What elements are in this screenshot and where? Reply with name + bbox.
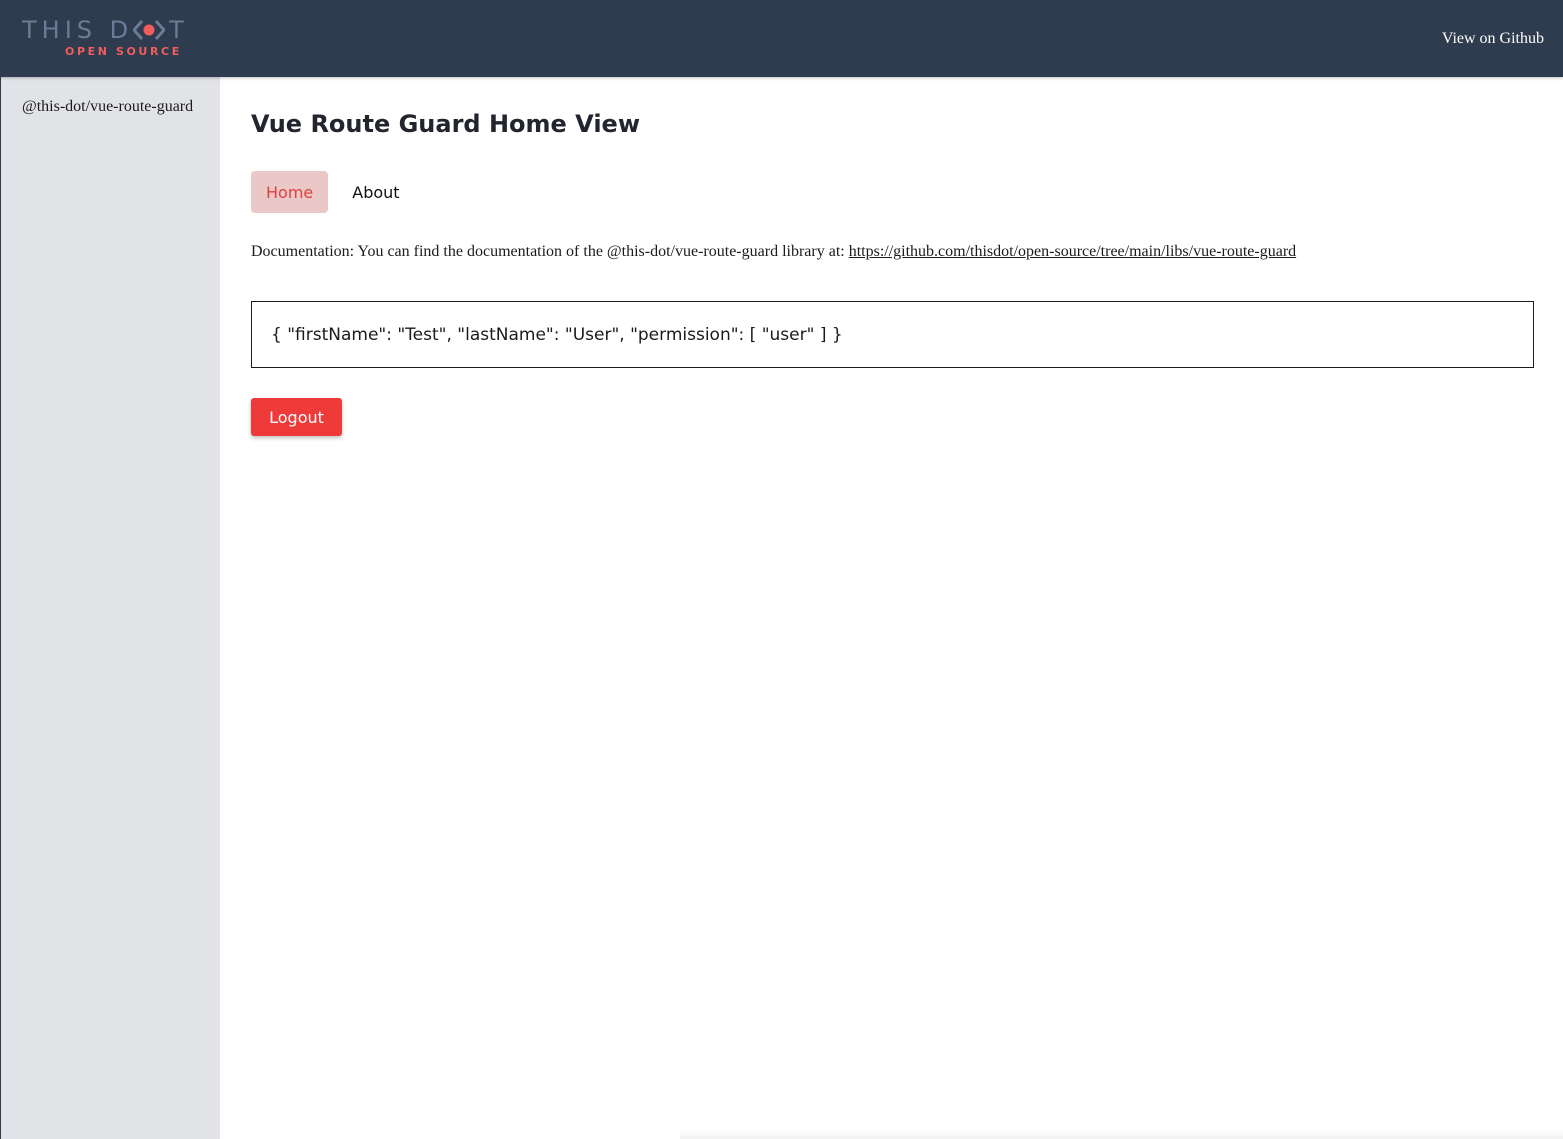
sidebar: @this-dot/vue-route-guard (0, 77, 220, 1139)
documentation-text: Documentation: You can find the document… (251, 242, 1296, 262)
documentation-link[interactable]: https://github.com/thisdot/open-source/t… (849, 243, 1296, 260)
view-on-github-link[interactable]: View on Github (1442, 29, 1544, 49)
logo-bracket-dot-icon (133, 20, 166, 40)
logout-button[interactable]: Logout (251, 398, 342, 436)
documentation-prefix: Documentation: You can find the document… (251, 243, 849, 260)
tab-home[interactable]: Home (251, 171, 329, 213)
main-content: Vue Route Guard Home View Home About Doc… (221, 77, 1563, 1139)
logo-text-right: T (169, 16, 189, 44)
thisdot-logo[interactable]: THIS D T OPEN SOURCE (22, 16, 192, 60)
nav-tabs: Home About (251, 171, 415, 213)
page-title: Vue Route Guard Home View (251, 110, 640, 138)
tab-about[interactable]: About (337, 171, 414, 213)
logo-text-left: THIS D (22, 16, 134, 44)
user-json-display: { "firstName": "Test", "lastName": "User… (251, 301, 1534, 368)
sidebar-item-vue-route-guard[interactable]: @this-dot/vue-route-guard (22, 97, 193, 117)
logo-wordmark: THIS D T (22, 16, 189, 44)
logo-subtitle: OPEN SOURCE (65, 45, 182, 58)
top-header: THIS D T OPEN SOURCE View on Github (0, 0, 1563, 77)
